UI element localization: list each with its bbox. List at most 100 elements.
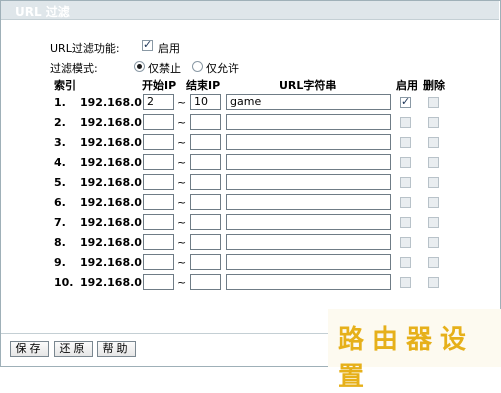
url-string-input[interactable]: [226, 114, 391, 130]
range-separator: ~: [177, 176, 187, 189]
range-separator: ~: [177, 256, 187, 269]
row-enable-checkbox[interactable]: [400, 95, 411, 108]
start-ip-input[interactable]: [143, 174, 174, 190]
end-ip-input[interactable]: [190, 154, 221, 170]
ip-prefix: 192.168.0.: [80, 136, 147, 149]
table-row: 9. 192.168.0. ~: [0, 253, 501, 273]
panel-title-bar: URL 过滤: [1, 1, 499, 20]
ip-prefix: 192.168.0.: [80, 116, 147, 129]
ip-prefix: 192.168.0.: [80, 236, 147, 249]
row-delete-checkbox[interactable]: [428, 217, 439, 228]
end-ip-input[interactable]: [190, 134, 221, 150]
end-ip-input[interactable]: [190, 234, 221, 250]
row-index: 8.: [54, 236, 66, 249]
row-index: 4.: [54, 156, 66, 169]
table-row: 6. 192.168.0. ~: [0, 193, 501, 213]
start-ip-input[interactable]: [143, 114, 174, 130]
row-delete-checkbox[interactable]: [428, 177, 439, 188]
url-string-input[interactable]: [226, 214, 391, 230]
mode-allow-only-radio[interactable]: [192, 61, 203, 72]
start-ip-input[interactable]: [143, 154, 174, 170]
table-row: 7. 192.168.0. ~: [0, 213, 501, 233]
row-index: 3.: [54, 136, 66, 149]
row-delete-checkbox[interactable]: [428, 237, 439, 248]
start-ip-input[interactable]: [143, 214, 174, 230]
row-delete-checkbox[interactable]: [428, 277, 439, 288]
ip-prefix: 192.168.0.: [80, 176, 147, 189]
ip-prefix: 192.168.0.: [80, 216, 147, 229]
table-row: 1. 192.168.0. 2 ~10 game: [0, 93, 501, 113]
url-string-input[interactable]: [226, 134, 391, 150]
header-enable: 启用: [396, 79, 418, 92]
url-filter-enable-label: 启用: [158, 42, 180, 55]
table-row: 4. 192.168.0. ~: [0, 153, 501, 173]
url-string-input[interactable]: [226, 234, 391, 250]
start-ip-input[interactable]: [143, 134, 174, 150]
row-enable-checkbox[interactable]: [400, 237, 411, 248]
table-row: 3. 192.168.0. ~: [0, 133, 501, 153]
start-ip-input[interactable]: [143, 254, 174, 270]
row-delete-checkbox[interactable]: [428, 137, 439, 148]
page-title: URL 过滤: [15, 5, 70, 19]
row-delete-checkbox[interactable]: [428, 257, 439, 268]
watermark-logo: 路由器设置: [328, 309, 501, 392]
help-button[interactable]: 帮助: [97, 341, 136, 357]
row-enable-checkbox[interactable]: [400, 157, 411, 168]
row-delete-checkbox[interactable]: [428, 97, 439, 108]
end-ip-input[interactable]: [190, 214, 221, 230]
row-index: 6.: [54, 196, 66, 209]
range-separator: ~: [177, 276, 187, 289]
header-url-string: URL字符串: [279, 79, 337, 92]
row-index: 2.: [54, 116, 66, 129]
table-row: 2. 192.168.0. ~: [0, 113, 501, 133]
row-enable-checkbox[interactable]: [400, 217, 411, 228]
end-ip-input[interactable]: [190, 254, 221, 270]
ip-prefix: 192.168.0.: [80, 156, 147, 169]
row-enable-checkbox[interactable]: [400, 257, 411, 268]
mode-allow-only-label: 仅允许: [206, 62, 239, 75]
range-separator: ~: [177, 236, 187, 249]
row-index: 5.: [54, 176, 66, 189]
start-ip-input[interactable]: 2: [143, 94, 174, 110]
row-enable-checkbox[interactable]: [400, 277, 411, 288]
url-string-input[interactable]: [226, 194, 391, 210]
range-separator: ~: [177, 196, 187, 209]
filter-mode-label: 过滤模式:: [50, 62, 98, 75]
mode-deny-only-radio[interactable]: [134, 61, 145, 72]
row-enable-checkbox[interactable]: [400, 197, 411, 208]
range-separator: ~: [177, 216, 187, 229]
row-enable-checkbox[interactable]: [400, 137, 411, 148]
restore-button[interactable]: 还原: [54, 341, 93, 357]
row-enable-checkbox[interactable]: [400, 177, 411, 188]
url-string-input[interactable]: [226, 274, 391, 290]
end-ip-input[interactable]: [190, 274, 221, 290]
row-delete-checkbox[interactable]: [428, 157, 439, 168]
header-delete: 删除: [423, 79, 445, 92]
header-end-ip: 结束IP: [186, 79, 221, 92]
row-delete-checkbox[interactable]: [428, 197, 439, 208]
end-ip-input[interactable]: [190, 194, 221, 210]
end-ip-input[interactable]: [190, 174, 221, 190]
ip-prefix: 192.168.0.: [80, 96, 147, 109]
table-row: 5. 192.168.0. ~: [0, 173, 501, 193]
url-string-input[interactable]: [226, 174, 391, 190]
range-separator: ~: [177, 156, 187, 169]
range-separator: ~: [177, 96, 187, 109]
url-string-input[interactable]: [226, 254, 391, 270]
start-ip-input[interactable]: [143, 234, 174, 250]
start-ip-input[interactable]: [143, 274, 174, 290]
start-ip-input[interactable]: [143, 194, 174, 210]
url-filter-enable-checkbox[interactable]: [142, 38, 153, 51]
save-button[interactable]: 保存: [10, 341, 49, 357]
table-row: 8. 192.168.0. ~: [0, 233, 501, 253]
url-string-input[interactable]: [226, 154, 391, 170]
ip-prefix: 192.168.0.: [80, 256, 147, 269]
header-start-ip: 开始IP: [142, 79, 177, 92]
row-enable-checkbox[interactable]: [400, 117, 411, 128]
end-ip-input[interactable]: 10: [190, 94, 221, 110]
url-string-input[interactable]: game: [226, 94, 391, 110]
mode-deny-only-label: 仅禁止: [148, 62, 181, 75]
end-ip-input[interactable]: [190, 114, 221, 130]
header-index: 索引: [54, 79, 76, 92]
row-delete-checkbox[interactable]: [428, 117, 439, 128]
